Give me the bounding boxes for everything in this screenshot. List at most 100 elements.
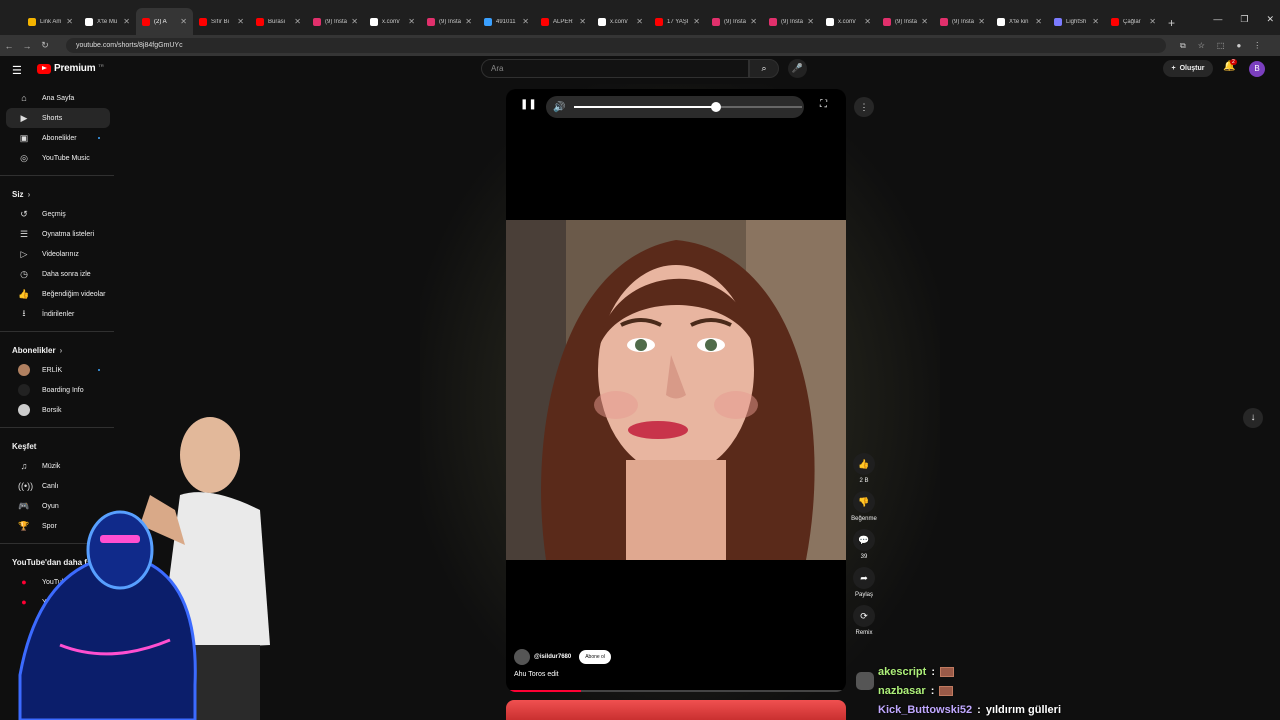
like-button[interactable]: 👍 (853, 453, 875, 475)
action-share: ➦ Paylaş (850, 567, 878, 598)
short-title[interactable]: Ahu Toros edit (514, 671, 559, 678)
sidebar-item-you[interactable]: ▷ Videolarınız (6, 244, 110, 264)
shorts-player[interactable]: ❚❚ 🔊 ⛶ @isildur7680 Abone ol Ahu Toros e… (506, 89, 846, 692)
tab-close-icon[interactable]: ✕ (522, 17, 529, 26)
tab-close-icon[interactable]: ✕ (351, 17, 358, 26)
browser-menu-icon[interactable]: ⋮ (1253, 41, 1261, 51)
tab-close-icon[interactable]: ✕ (1149, 17, 1156, 26)
sound-thumbnail[interactable] (856, 672, 874, 690)
new-tab-icon[interactable]: + (1168, 16, 1175, 30)
pause-icon[interactable]: ❚❚ (520, 99, 537, 110)
close-window-icon[interactable]: ✕ (1266, 14, 1274, 25)
tab-title: X'te kin (1009, 18, 1029, 25)
browser-tab[interactable]: Çağlar ✕ (1105, 8, 1162, 35)
subscription-channel[interactable]: ERLİK (6, 360, 110, 380)
tab-close-icon[interactable]: ✕ (1035, 17, 1042, 26)
browser-tab[interactable]: Sıfır Bi ✕ (193, 8, 250, 35)
browser-tab[interactable]: (9) Insta ✕ (421, 8, 478, 35)
volume-slider[interactable] (574, 102, 803, 112)
dislike-button[interactable]: 👎 (853, 491, 875, 513)
tab-close-icon[interactable]: ✕ (807, 17, 814, 26)
browser-tab[interactable]: X'te Mü ✕ (79, 8, 136, 35)
channel-avatar[interactable] (514, 649, 530, 665)
channel-handle[interactable]: @isildur7680 (534, 654, 571, 660)
sidebar-item-youtube-music[interactable]: ◎ YouTube Music (6, 148, 110, 168)
youtube-premium-logo[interactable]: Premium TR (37, 63, 104, 74)
tab-close-icon[interactable]: ✕ (408, 17, 415, 26)
tab-close-icon[interactable]: ✕ (864, 17, 871, 26)
tab-close-icon[interactable]: ✕ (693, 17, 700, 26)
address-bar[interactable]: youtube.com/shorts/8j84fgGmUYc (66, 38, 1166, 53)
tab-close-icon[interactable]: ✕ (636, 17, 643, 26)
sidebar-item-you[interactable]: ☰ Oynatma listeleri (6, 224, 110, 244)
sidebar-item-ana-sayfa[interactable]: ⌂ Ana Sayfa (6, 88, 110, 108)
sidebar-item-shorts[interactable]: ▶ Shorts (6, 108, 110, 128)
tab-close-icon[interactable]: ✕ (66, 17, 73, 26)
more-options-icon[interactable]: ⋮ (854, 97, 874, 117)
volume-slider-handle[interactable] (710, 102, 721, 112)
tab-favicon (769, 17, 777, 26)
tab-close-icon[interactable]: ✕ (978, 17, 985, 26)
profile-icon[interactable]: ● (1236, 41, 1241, 51)
search-input[interactable]: Ara (481, 59, 749, 78)
browser-tab[interactable]: LightSh ✕ (1048, 8, 1105, 35)
volume-icon[interactable]: 🔊 (553, 102, 565, 113)
voice-search-button[interactable]: 🎤 (788, 59, 807, 78)
tab-title: Çağlar (1123, 18, 1141, 25)
bookmark-star-icon[interactable]: ☆ (1198, 41, 1205, 51)
browser-tab[interactable]: (9) Insta ✕ (934, 8, 991, 35)
account-avatar[interactable]: B (1249, 61, 1265, 77)
sidebar-item-you[interactable]: ⭳ İndirilenler (6, 304, 110, 324)
action-like: 👍 2 B (850, 453, 878, 484)
share-button[interactable]: ➦ (853, 567, 875, 589)
back-icon[interactable]: ← (0, 41, 18, 51)
sidebar-item-you[interactable]: ↺ Geçmiş (6, 204, 110, 224)
browser-tab[interactable]: (9) Insta ✕ (307, 8, 364, 35)
browser-tab[interactable]: (9) Insta ✕ (706, 8, 763, 35)
search-button[interactable]: ⌕ (749, 59, 779, 78)
next-short-preview[interactable] (506, 700, 846, 720)
fullscreen-icon[interactable]: ⛶ (820, 99, 827, 110)
browser-tab[interactable]: (2) A ✕ (136, 8, 193, 35)
tab-close-icon[interactable]: ✕ (921, 17, 928, 26)
browser-tab[interactable]: x.com/ ✕ (592, 8, 649, 35)
tab-close-icon[interactable]: ✕ (180, 17, 187, 26)
tab-close-icon[interactable]: ✕ (465, 17, 472, 26)
browser-tab[interactable]: Burası ✕ (250, 8, 307, 35)
minimize-icon[interactable]: — (1213, 14, 1222, 25)
install-icon[interactable]: ⧉ (1180, 41, 1186, 51)
remix-button[interactable]: ⟳ (853, 605, 875, 627)
forward-icon[interactable]: → (18, 41, 36, 51)
hamburger-menu-icon[interactable]: ☰ (12, 64, 22, 77)
tab-close-icon[interactable]: ✕ (1092, 17, 1099, 26)
browser-tab[interactable]: Link Am ✕ (22, 8, 79, 35)
browser-tab[interactable]: ALPER ✕ (535, 8, 592, 35)
browser-tab[interactable]: 491011 ✕ (478, 8, 535, 35)
subscription-channel[interactable]: Boarding Info (6, 380, 110, 400)
reload-icon[interactable]: ↻ (36, 40, 54, 51)
you-section-header[interactable]: Siz › (0, 184, 116, 204)
browser-tab[interactable]: X'te kin ✕ (991, 8, 1048, 35)
sidebar-item-you[interactable]: ◷ Daha sonra izle (6, 264, 110, 284)
create-button[interactable]: + Oluştur (1163, 60, 1213, 77)
browser-tab[interactable]: x.com/ ✕ (820, 8, 877, 35)
tab-close-icon[interactable]: ✕ (294, 17, 301, 26)
sidebar-item-abonelikler[interactable]: ▣ Abonelikler (6, 128, 110, 148)
next-video-arrow-icon[interactable]: ↓ (1243, 408, 1263, 428)
extensions-icon[interactable]: ⬚ (1217, 41, 1225, 51)
tab-close-icon[interactable]: ✕ (579, 17, 586, 26)
browser-tab[interactable]: (9) Insta ✕ (763, 8, 820, 35)
tab-close-icon[interactable]: ✕ (123, 17, 130, 26)
playback-progress[interactable] (506, 690, 846, 692)
browser-tab[interactable]: (9) Insta ✕ (877, 8, 934, 35)
subscribe-button[interactable]: Abone ol (579, 650, 611, 664)
browser-tab[interactable]: 17 YAŞI ✕ (649, 8, 706, 35)
volume-control[interactable]: 🔊 (546, 96, 804, 118)
tab-close-icon[interactable]: ✕ (750, 17, 757, 26)
comments-button[interactable]: 💬 (853, 529, 875, 551)
sidebar-item-you[interactable]: 👍 Beğendiğim videolar (6, 284, 110, 304)
restore-icon[interactable]: ❐ (1240, 14, 1248, 25)
subscriptions-section-header[interactable]: Abonelikler › (0, 340, 116, 360)
browser-tab[interactable]: x.com/ ✕ (364, 8, 421, 35)
tab-close-icon[interactable]: ✕ (237, 17, 244, 26)
